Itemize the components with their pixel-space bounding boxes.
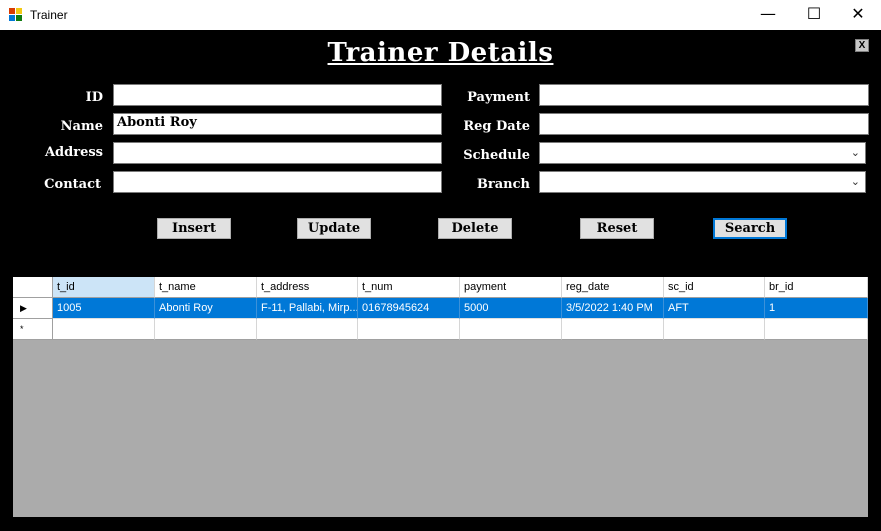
column-header[interactable]: reg_date	[562, 277, 664, 298]
branch-label: Branch	[476, 177, 530, 192]
window-title: Trainer	[30, 8, 68, 22]
branch-dropdown[interactable]: ⌄	[539, 171, 866, 193]
table-cell[interactable]: F-11, Pallabi, Mirp...	[257, 298, 358, 319]
table-cell[interactable]: 1	[765, 298, 868, 319]
update-button[interactable]: Update	[297, 218, 371, 239]
reg-date-label: Reg Date	[463, 119, 530, 134]
minimize-button[interactable]: —	[745, 0, 791, 30]
reg-date-field[interactable]	[539, 113, 869, 135]
table-cell[interactable]	[664, 319, 765, 340]
column-header[interactable]: payment	[460, 277, 562, 298]
column-header[interactable]: t_num	[358, 277, 460, 298]
trainer-form: Trainer Details X ID Name Abonti Roy Add…	[0, 30, 881, 531]
address-label: Address	[44, 145, 103, 160]
column-header[interactable]: t_name	[155, 277, 257, 298]
column-header[interactable]: br_id	[765, 277, 868, 298]
table-cell[interactable]	[358, 319, 460, 340]
table-cell[interactable]	[460, 319, 562, 340]
close-window-button[interactable]: ✕	[835, 0, 881, 30]
chevron-down-icon: ⌄	[850, 176, 860, 188]
table-cell[interactable]	[257, 319, 358, 340]
chevron-down-icon: ⌄	[850, 147, 860, 159]
trainer-grid[interactable]: t_id t_name t_address t_num payment reg_…	[13, 277, 868, 517]
table-cell[interactable]: 1005	[53, 298, 155, 319]
grid-corner-header	[13, 277, 53, 298]
column-header[interactable]: sc_id	[664, 277, 765, 298]
table-cell[interactable]: Abonti Roy	[155, 298, 257, 319]
table-cell[interactable]	[562, 319, 664, 340]
id-label: ID	[85, 90, 103, 105]
table-row[interactable]: ▶ 1005 Abonti Roy F-11, Pallabi, Mirp...…	[13, 298, 868, 319]
name-label: Name	[60, 119, 103, 134]
search-button[interactable]: Search	[713, 218, 787, 239]
maximize-button[interactable]: ☐	[791, 0, 837, 30]
grid-header: t_id t_name t_address t_num payment reg_…	[13, 277, 868, 298]
title-bar: Trainer — ☐ ✕	[0, 0, 881, 30]
name-field[interactable]: Abonti Roy	[113, 113, 442, 135]
new-row-marker[interactable]: *	[13, 319, 53, 340]
delete-button[interactable]: Delete	[438, 218, 512, 239]
table-cell[interactable]: AFT	[664, 298, 765, 319]
contact-field[interactable]	[113, 171, 442, 193]
payment-field[interactable]	[539, 84, 869, 106]
insert-button[interactable]: Insert	[157, 218, 231, 239]
schedule-dropdown[interactable]: ⌄	[539, 142, 866, 164]
id-field[interactable]	[113, 84, 442, 106]
current-row-marker[interactable]: ▶	[13, 298, 53, 319]
app-form-icon	[9, 8, 22, 21]
address-field[interactable]	[113, 142, 442, 164]
column-header[interactable]: t_address	[257, 277, 358, 298]
table-cell[interactable]: 5000	[460, 298, 562, 319]
contact-label: Contact	[44, 177, 101, 192]
schedule-label: Schedule	[463, 148, 530, 163]
table-cell[interactable]	[765, 319, 868, 340]
reset-button[interactable]: Reset	[580, 218, 654, 239]
table-cell[interactable]	[155, 319, 257, 340]
table-cell[interactable]	[53, 319, 155, 340]
new-row[interactable]: *	[13, 319, 868, 340]
payment-label: Payment	[467, 90, 530, 105]
form-title: Trainer Details	[327, 38, 554, 68]
table-cell[interactable]: 3/5/2022 1:40 PM	[562, 298, 664, 319]
form-close-button[interactable]: X	[855, 39, 869, 52]
column-header[interactable]: t_id	[53, 277, 155, 298]
table-cell[interactable]: 01678945624	[358, 298, 460, 319]
